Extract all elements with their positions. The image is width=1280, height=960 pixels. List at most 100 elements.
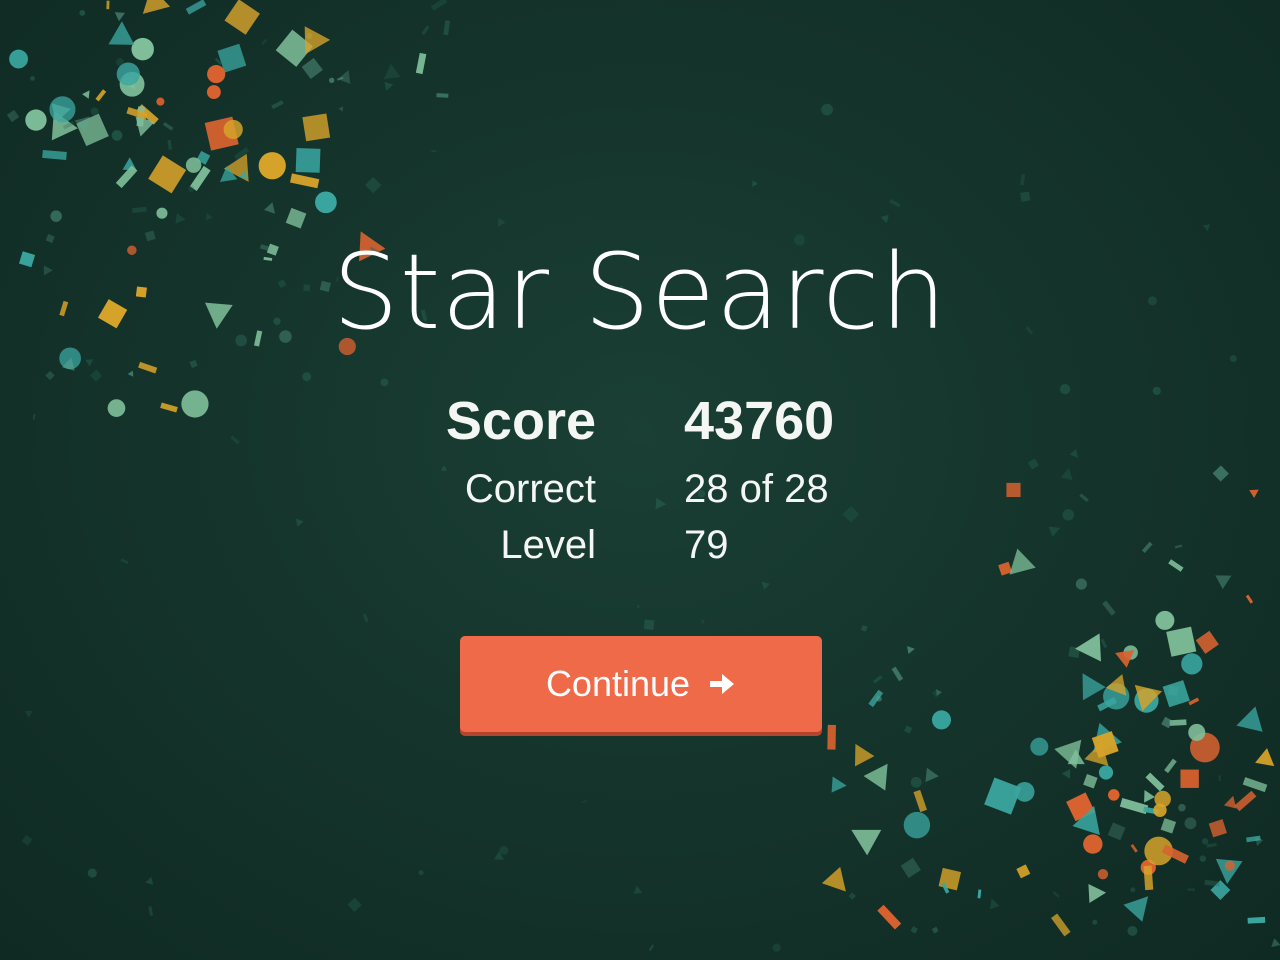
confetti-strip [913, 789, 928, 813]
confetti-strip [1141, 541, 1153, 553]
confetti-dot [1083, 834, 1103, 854]
confetti-dot [258, 152, 286, 180]
confetti-dot [910, 776, 922, 788]
confetti-dot [1178, 803, 1186, 812]
confetti-square [1160, 818, 1177, 834]
confetti-square [643, 619, 655, 631]
confetti-triangle [1123, 896, 1149, 922]
confetti-square [295, 148, 321, 173]
confetti-dot [188, 185, 195, 192]
confetti-dot [49, 96, 76, 123]
confetti-decoration [6, 0, 1280, 952]
confetti-dot [115, 57, 124, 66]
confetti-dot [1181, 653, 1203, 675]
confetti-strip [582, 800, 587, 804]
confetti-dot [50, 210, 62, 222]
confetti-square [1027, 458, 1039, 470]
confetti-dot [207, 65, 226, 84]
confetti-strip [167, 139, 173, 150]
confetti-triangle [907, 646, 915, 654]
continue-label: Continue [545, 663, 691, 704]
confetti-dot [181, 390, 209, 418]
confetti-triangle [880, 214, 889, 224]
confetti-dot [107, 399, 126, 417]
confetti-triangle [1075, 633, 1102, 662]
confetti-dot [25, 109, 47, 131]
confetti-strip [1174, 544, 1183, 549]
confetti-strip [1188, 697, 1200, 706]
confetti-strip [160, 402, 178, 413]
confetti-dot [1127, 925, 1138, 936]
confetti-triangle [701, 619, 706, 625]
confetti-square [848, 892, 856, 900]
confetti-strip [260, 38, 268, 46]
confetti-triangle [383, 63, 401, 80]
confetti-dot [1152, 386, 1161, 395]
confetti-triangle [752, 180, 758, 187]
confetti-dot [90, 107, 99, 116]
confetti-triangle [1249, 489, 1259, 498]
confetti-strip [290, 173, 320, 189]
game-title: Star Search [332, 231, 948, 353]
confetti-strip [1102, 600, 1116, 616]
confetti-square [302, 113, 331, 142]
confetti-strip [977, 889, 982, 899]
confetti-triangle [205, 212, 213, 221]
confetti-triangle [1088, 883, 1107, 903]
confetti-square [1166, 626, 1197, 657]
confetti-triangle [636, 603, 641, 609]
confetti-square [224, 0, 260, 35]
confetti-dot [223, 119, 243, 140]
confetti-square [301, 57, 323, 80]
correct-label: Correct [464, 467, 596, 511]
score-value: 43760 [684, 391, 835, 451]
confetti-square [89, 369, 103, 382]
confetti-dot [772, 943, 781, 952]
confetti-dot [79, 10, 86, 16]
confetti-triangle [1255, 748, 1275, 767]
confetti-square [931, 926, 939, 934]
confetti-strip [1051, 913, 1071, 937]
confetti-strip [271, 100, 284, 110]
confetti-dot [931, 710, 951, 730]
confetti-dot [1098, 765, 1114, 780]
confetti-triangle [263, 202, 276, 214]
confetti-dot [206, 85, 221, 99]
confetti-triangle [142, 0, 171, 14]
confetti-dot [156, 207, 168, 219]
confetti-square [1020, 191, 1031, 202]
confetti-square [285, 207, 307, 229]
confetti-dot [1062, 509, 1075, 521]
confetti-square [842, 505, 860, 523]
confetti-triangle [145, 876, 154, 885]
confetti-strip [32, 413, 36, 420]
confetti-dot [30, 76, 35, 81]
confetti-strip [1234, 790, 1257, 812]
confetti-strip [1079, 493, 1089, 502]
continue-button[interactable]: Continue [460, 636, 822, 732]
confetti-square [938, 867, 962, 891]
confetti-triangle [655, 497, 667, 510]
confetti-dot [1199, 855, 1206, 862]
confetti-triangle [1144, 790, 1155, 803]
confetti-square [904, 725, 913, 734]
confetti-strip [132, 206, 147, 213]
confetti-triangle [127, 370, 134, 377]
confetti-dot [1184, 817, 1197, 830]
confetti-square [1161, 716, 1173, 729]
confetti-dot [131, 37, 154, 61]
confetti-strip [1145, 772, 1165, 792]
confetti-square [1195, 630, 1219, 654]
confetti-triangle [82, 90, 90, 99]
confetti-strip [648, 944, 655, 952]
confetti-strip [877, 904, 902, 930]
confetti-square [189, 359, 198, 368]
confetti-strip [120, 558, 129, 565]
confetti-triangle [384, 81, 394, 91]
confetti-dot [156, 97, 165, 106]
confetti-strip [230, 435, 240, 445]
confetti-dot [302, 372, 312, 382]
confetti-dot [1092, 919, 1098, 925]
confetti-strip [95, 89, 107, 102]
confetti-triangle [1215, 575, 1232, 590]
